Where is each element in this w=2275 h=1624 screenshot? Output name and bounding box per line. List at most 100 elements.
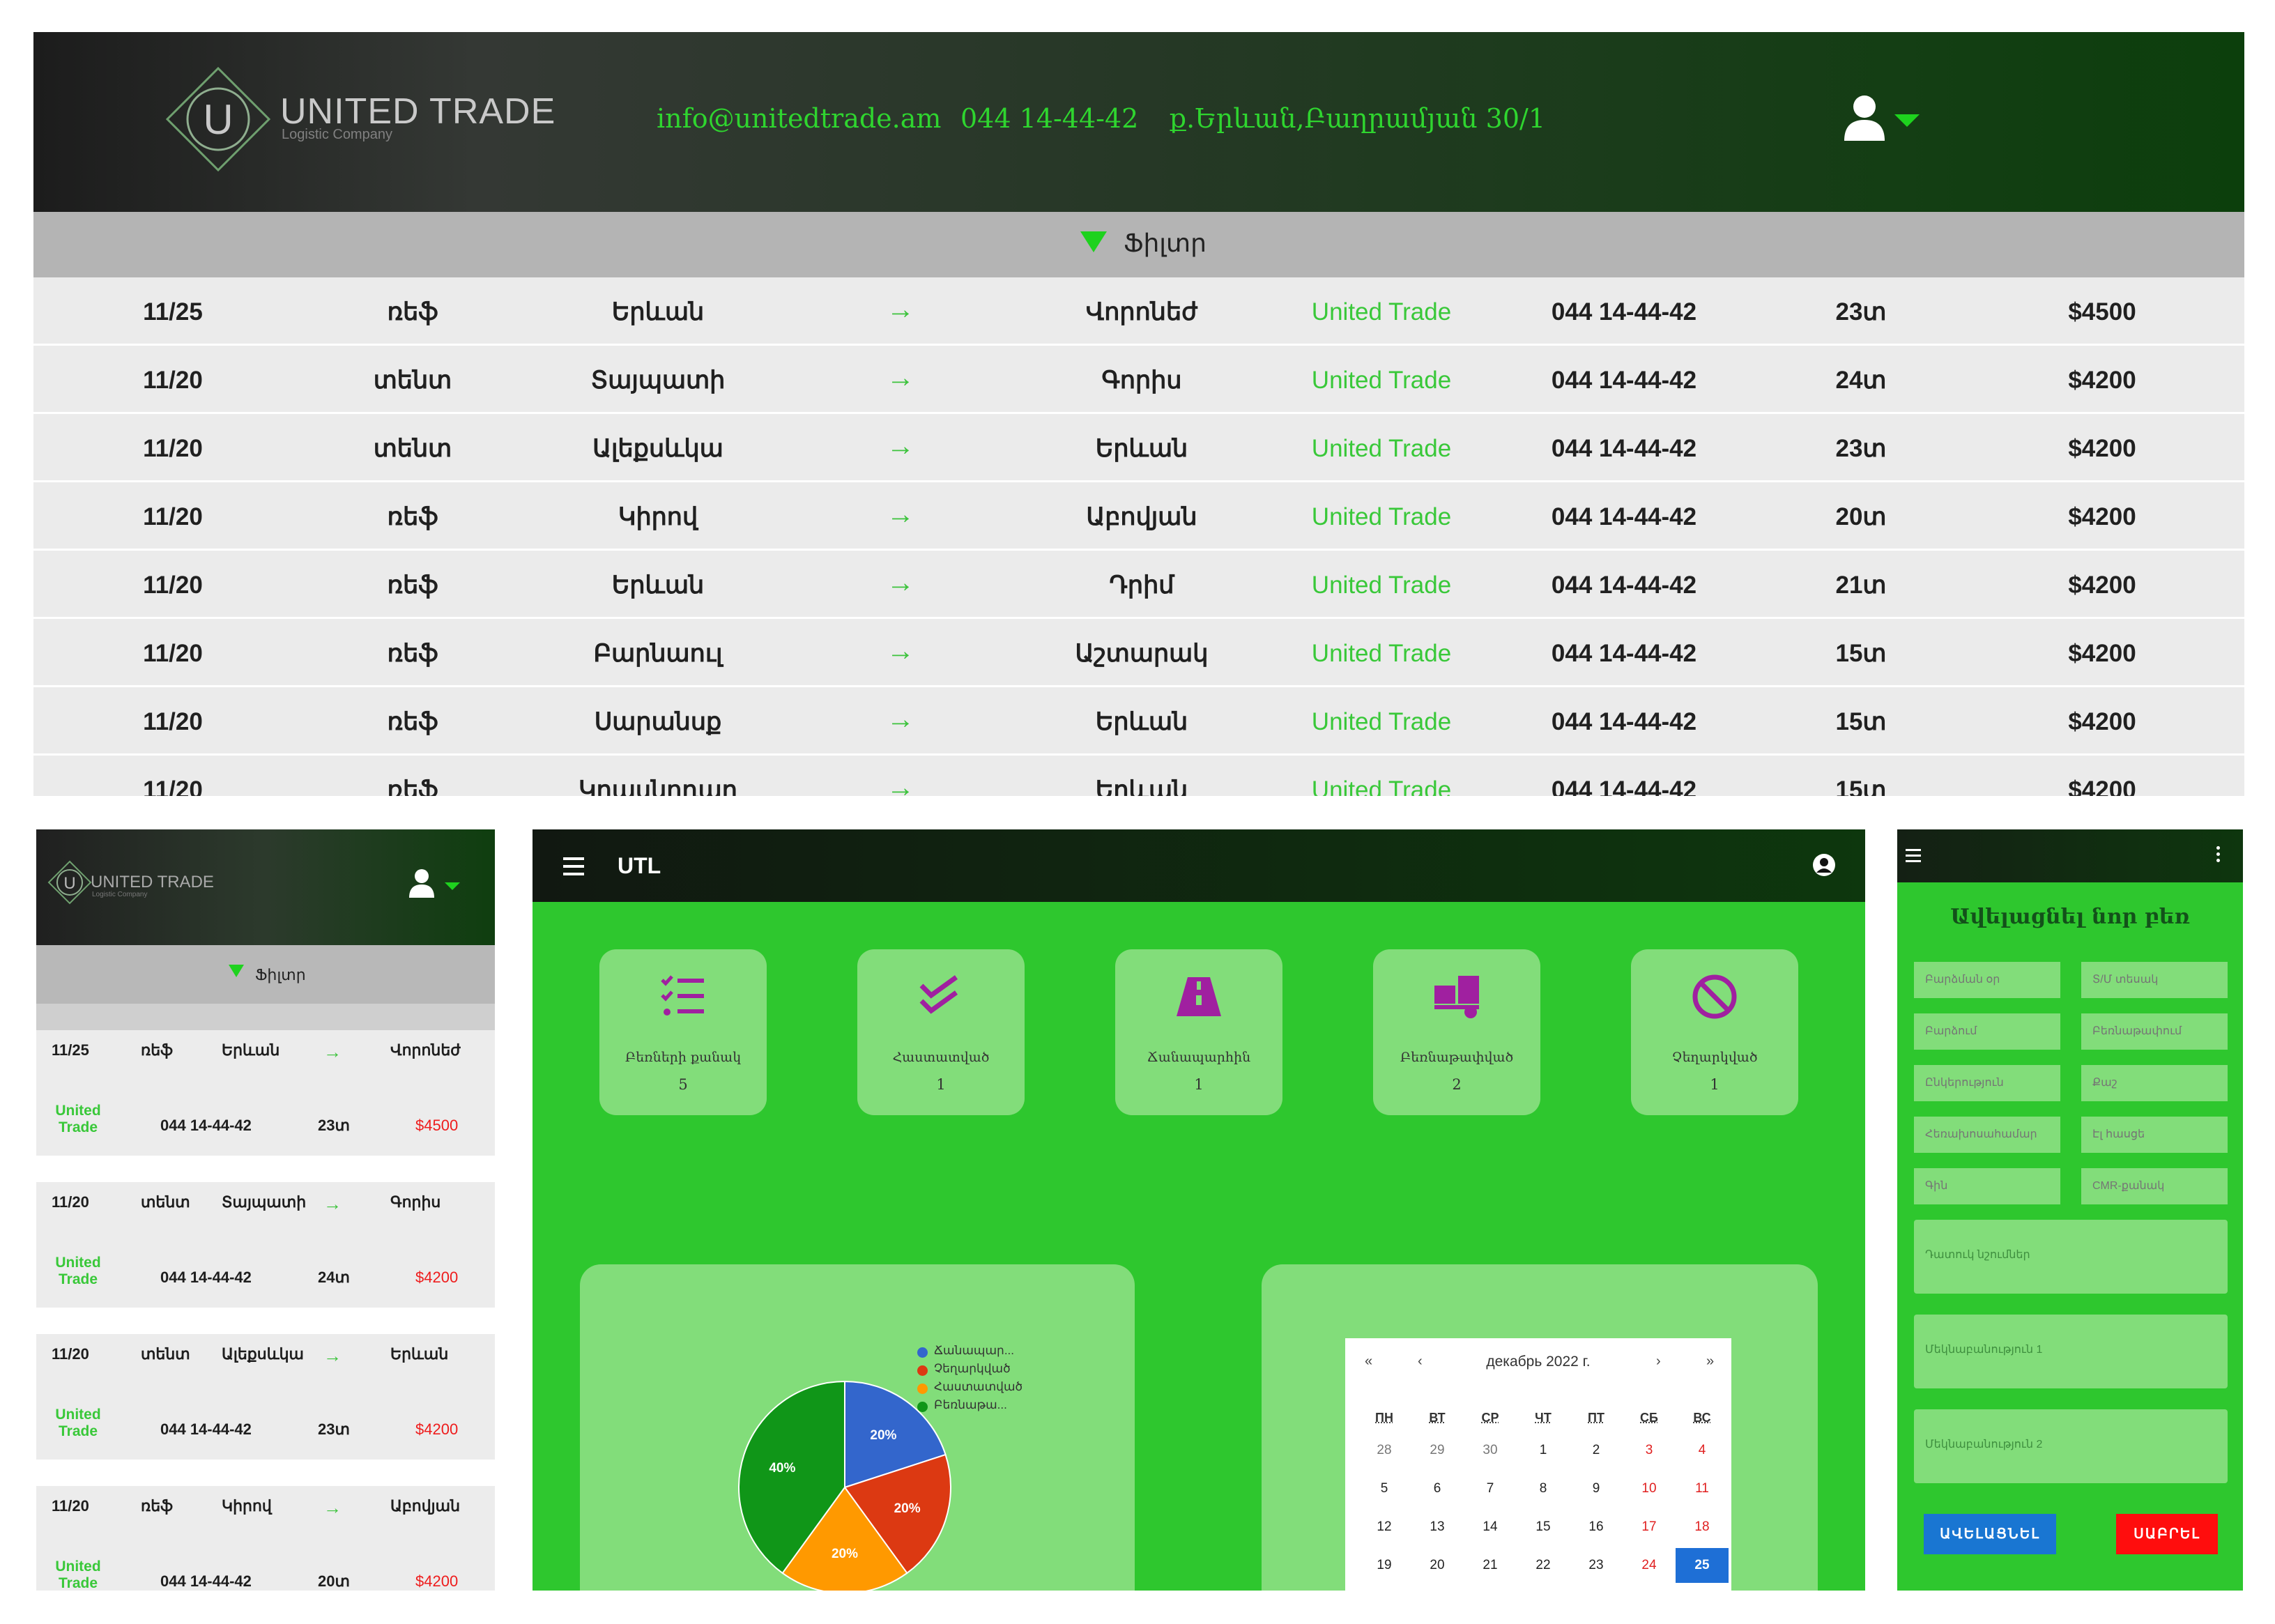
user-icon[interactable] <box>408 868 435 898</box>
calendar-day[interactable]: 3 <box>1623 1433 1676 1468</box>
united-trade-logo[interactable]: U <box>47 860 92 905</box>
calendar-day[interactable]: 15 <box>1517 1510 1570 1545</box>
contact-phone[interactable]: 044 14-44-42 <box>960 103 1138 134</box>
table-row[interactable]: 11/20 ռեֆ Կրասնոդար → Երևան United Trade 044 1… <box>33 756 2244 796</box>
calendar-month-label[interactable]: декабрь 2022 г. <box>1345 1354 1731 1370</box>
stat-card-on-road[interactable]: Ճանապարհին 1 <box>1115 949 1282 1115</box>
next-year-button[interactable]: » <box>1706 1354 1714 1370</box>
phone-cell: 044 14-44-42 <box>1551 298 1697 325</box>
calendar-day[interactable]: 17 <box>1623 1510 1676 1545</box>
legend-item[interactable]: Ճանապար... <box>917 1344 1022 1362</box>
cargo-card[interactable]: 11/20 ռեֆ Կիրով → Աբովյան United Trade 044 14-… <box>36 1486 495 1591</box>
svg-text:U: U <box>203 96 233 143</box>
more-vert-icon[interactable] <box>2216 846 2221 865</box>
company-cell: United Trade <box>1311 572 1452 599</box>
legend-item[interactable]: Բեռնաթա... <box>917 1398 1022 1416</box>
united-trade-logo[interactable]: U <box>166 67 270 171</box>
calendar-day[interactable]: 24 <box>1623 1548 1676 1583</box>
calendar-day[interactable]: 23 <box>1570 1548 1623 1583</box>
calendar-day[interactable]: 2 <box>1570 1433 1623 1468</box>
special-notes-field[interactable]: Դատուկ նշումներ <box>1914 1220 2228 1294</box>
pie-slice-label: 20% <box>894 1501 921 1516</box>
calendar-day[interactable]: 6 <box>1411 1471 1464 1506</box>
calendar-day[interactable]: 22 <box>1517 1548 1570 1583</box>
contact-address: ք.Երևան,Բաղրամյան 30/1 <box>1170 103 1545 134</box>
calendar-day[interactable]: 28 <box>1358 1433 1411 1468</box>
account-circle-icon[interactable] <box>1812 853 1836 877</box>
cargo-table: 11/25 ռեֆ Երևան → Վորոնեժ United Trade 044 14-… <box>33 277 2244 796</box>
filter-toggle[interactable]: Ֆիլտր <box>33 212 2244 277</box>
calendar-day[interactable]: 10 <box>1623 1471 1676 1506</box>
user-icon[interactable] <box>1843 95 1886 141</box>
comment-1-field[interactable]: Մեկնաբանություն 1 <box>1914 1315 2228 1388</box>
unloading-field[interactable] <box>2081 1013 2228 1050</box>
calendar-day[interactable]: 19 <box>1358 1548 1411 1583</box>
chevron-down-icon[interactable] <box>1894 114 1920 127</box>
chevron-down-icon[interactable] <box>445 882 460 890</box>
email-field[interactable] <box>2081 1117 2228 1153</box>
stat-card-cancelled[interactable]: Չեղարկված 1 <box>1631 949 1798 1115</box>
menu-icon[interactable] <box>563 857 584 875</box>
calendar-day[interactable]: 1 <box>1517 1433 1570 1468</box>
phone-field[interactable] <box>1914 1117 2060 1153</box>
origin-cell: Տայպատի <box>590 367 726 394</box>
filter-toggle[interactable]: Ֆիլտր <box>36 945 495 1004</box>
add-button[interactable]: ԱՎԵԼԱՑՆԵԼ <box>1924 1514 2056 1554</box>
destination-cell: Վորոնեժ <box>390 1041 461 1059</box>
legend-item[interactable]: Հաստատված <box>917 1380 1022 1398</box>
calendar-day[interactable]: 14 <box>1464 1510 1517 1545</box>
calendar-day[interactable]: 30 <box>1464 1433 1517 1468</box>
price-field[interactable] <box>1914 1168 2060 1204</box>
price-cell: $4200 <box>2068 367 2136 394</box>
calendar-day[interactable]: 8 <box>1517 1471 1570 1506</box>
cargo-card[interactable]: 11/20 տենտ Ալեքսևկա → Երևան United Trade 044 1… <box>36 1334 495 1460</box>
calendar-day[interactable]: 12 <box>1358 1510 1411 1545</box>
table-row[interactable]: 11/20 տենտ Ալեքսևկա → Երևան United Trade 044 1… <box>33 414 2244 482</box>
company-cell: United Trade <box>1311 708 1452 735</box>
stat-card-confirmed[interactable]: Հաստատված 1 <box>857 949 1025 1115</box>
loading-field[interactable] <box>1914 1013 2060 1050</box>
calendar-day[interactable]: 18 <box>1676 1510 1729 1545</box>
cancel-button[interactable]: ՍԱԲՐԵԼ <box>2116 1514 2218 1554</box>
stat-label: Չեղարկված <box>1671 1050 1758 1065</box>
vehicle-type-field[interactable] <box>2081 962 2228 998</box>
next-month-button[interactable]: › <box>1656 1354 1661 1370</box>
arrow-right-icon: → <box>323 1041 342 1062</box>
weight-field[interactable] <box>2081 1065 2228 1101</box>
calendar-day[interactable]: 9 <box>1570 1471 1623 1506</box>
calendar-day[interactable]: 25 <box>1676 1548 1729 1583</box>
table-row[interactable]: 11/20 ռեֆ Կիրով → Աբովյան United Trade 044 14-… <box>33 482 2244 551</box>
calendar-day[interactable]: 13 <box>1411 1510 1464 1545</box>
calendar-day[interactable]: 16 <box>1570 1510 1623 1545</box>
contact-email[interactable]: info@unitedtrade.am <box>657 103 941 134</box>
calendar-day[interactable]: 7 <box>1464 1471 1517 1506</box>
calendar-day[interactable]: 21 <box>1464 1548 1517 1583</box>
calendar-day[interactable]: 5 <box>1358 1471 1411 1506</box>
comment-2-field[interactable]: Մեկնաբանություն 2 <box>1914 1409 2228 1483</box>
cargo-card[interactable]: 11/25 ռեֆ Երևան → Վորոնեժ United Trade 044 14-… <box>36 1030 495 1156</box>
weight-cell: 15տ <box>1835 776 1887 796</box>
table-row[interactable]: 11/20 ռեֆ Երևան → Դրիմ United Trade 044 14-44-… <box>33 551 2244 619</box>
calendar-day[interactable]: 29 <box>1411 1433 1464 1468</box>
legend-item[interactable]: Չեղարկված <box>917 1362 1022 1380</box>
cargo-card[interactable]: 11/20 տենտ Տայպատի → Գորիս United Trade 044 14… <box>36 1182 495 1308</box>
cmr-count-field[interactable] <box>2081 1168 2228 1204</box>
desktop-header: U UNITED TRADE Logistic Company info@uni… <box>33 32 2244 212</box>
table-row[interactable]: 11/20 ռեֆ Սարանսք → Երևան United Trade 044 14-… <box>33 687 2244 756</box>
calendar-day[interactable]: 4 <box>1676 1433 1729 1468</box>
company-cell: United Trade <box>1311 776 1452 796</box>
stat-card-unloaded[interactable]: Բեռնաթափված 2 <box>1373 949 1540 1115</box>
company-field[interactable] <box>1914 1065 2060 1101</box>
table-row[interactable]: 11/20 ռեֆ Բարնաուլ → Աշտարակ United Trade 044 … <box>33 619 2244 687</box>
table-row[interactable]: 11/25 ռեֆ Երևան → Վորոնեժ United Trade 044 14-… <box>33 277 2244 346</box>
calendar-day[interactable]: 20 <box>1411 1548 1464 1583</box>
calendar-day[interactable]: 11 <box>1676 1471 1729 1506</box>
cargo-card-list: 11/25 ռեֆ Երևան → Վորոնեժ United Trade 044 14-… <box>36 1030 495 1591</box>
weight-cell: 21տ <box>1835 572 1887 599</box>
arrow-right-icon: → <box>887 499 914 530</box>
table-row[interactable]: 11/20 տենտ Տայպատի → Գորիս United Trade 044 14… <box>33 346 2244 414</box>
load-date-field[interactable] <box>1914 962 2060 998</box>
arrow-right-icon: → <box>887 636 914 666</box>
stat-card-total[interactable]: Բեռների քանակ 5 <box>599 949 767 1115</box>
menu-icon[interactable] <box>1906 849 1922 866</box>
